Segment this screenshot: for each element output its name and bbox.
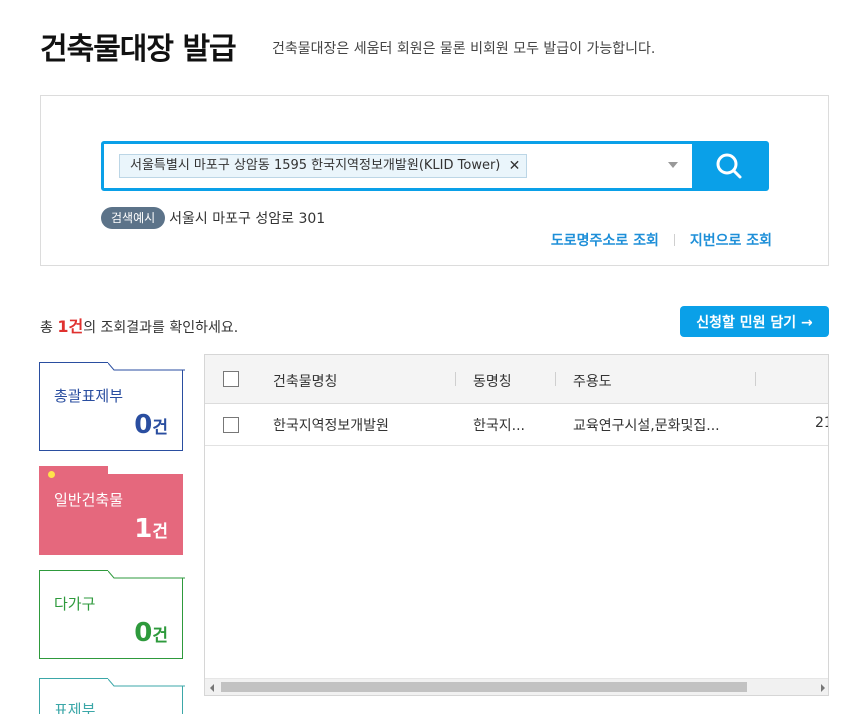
column-divider — [455, 372, 456, 386]
active-dot-icon — [48, 471, 55, 478]
card-tab-notch — [108, 466, 185, 474]
category-card-multi-household[interactable]: 다가구 0건 — [39, 570, 185, 659]
dropdown-arrow-icon[interactable] — [668, 162, 678, 168]
category-label: 총괄표제부 — [54, 387, 124, 405]
example-text: 서울시 마포구 성암로 301 — [169, 211, 326, 227]
category-count: 1건 — [134, 514, 168, 544]
card-tab-notch — [108, 570, 185, 579]
lot-number-lookup-link[interactable]: 지번으로 조회 — [690, 230, 772, 250]
cell-main-use: 교육연구시설,문화및집... — [573, 418, 720, 434]
column-divider — [555, 372, 556, 386]
scroll-left-icon[interactable] — [210, 684, 214, 692]
category-card-summary[interactable]: 총괄표제부 0건 — [39, 362, 185, 451]
cell-building-name: 한국지역정보개발원 — [273, 418, 389, 434]
page-title: 건축물대장 발급 — [40, 32, 237, 67]
search-panel: 서울특별시 마포구 상암동 1595 한국지역정보개발원(KLID Tower)… — [40, 95, 829, 266]
example-badge: 검색예시 — [101, 207, 166, 229]
road-address-lookup-link[interactable]: 도로명주소로 조회 — [551, 230, 659, 250]
search-icon — [716, 153, 742, 179]
row-checkbox[interactable] — [223, 417, 239, 433]
scroll-right-icon[interactable] — [821, 684, 825, 692]
category-card-general-building[interactable]: 일반건축물 1건 — [39, 466, 185, 555]
category-card-title-section[interactable]: 표제부 — [39, 678, 185, 714]
category-label: 일반건축물 — [54, 491, 124, 509]
search-button[interactable] — [692, 144, 766, 188]
result-count: 총 1건의 조회결과를 확인하세요. — [40, 317, 239, 336]
cell-extra: 21 — [815, 415, 828, 431]
lookup-links: 도로명주소로 조회 지번으로 조회 — [551, 230, 772, 250]
selected-address-text: 서울특별시 마포구 상암동 1595 한국지역정보개발원(KLID Tower) — [130, 158, 501, 173]
add-application-button[interactable]: 신청할 민원 담기 → — [680, 306, 829, 337]
card-tab-notch — [108, 678, 185, 687]
selected-address-chip: 서울특별시 마포구 상암동 1595 한국지역정보개발원(KLID Tower)… — [119, 154, 528, 178]
category-count: 0건 — [134, 410, 168, 440]
column-header-main-use[interactable]: 주용도 — [573, 371, 612, 391]
category-count: 0건 — [134, 618, 168, 648]
table-row[interactable]: 한국지역정보개발원 한국지... 교육연구시설,문화및집... 21 — [205, 404, 828, 446]
results-table: 건축물명칭 동명칭 주용도 한국지역정보개발원 한국지... 교육연구시설,문화… — [204, 354, 829, 696]
column-header-dong-name[interactable]: 동명칭 — [473, 371, 512, 391]
result-count-number: 1건 — [57, 317, 84, 336]
address-search-field[interactable]: 서울특별시 마포구 상암동 1595 한국지역정보개발원(KLID Tower)… — [101, 141, 769, 191]
search-example: 검색예시 서울시 마포구 성암로 301 — [101, 207, 325, 229]
scrollbar-thumb[interactable] — [221, 682, 747, 692]
column-divider — [755, 372, 756, 386]
cell-dong-name: 한국지... — [473, 418, 525, 434]
page-subtitle: 건축물대장은 세움터 회원은 물론 비회원 모두 발급이 가능합니다. — [272, 41, 656, 57]
select-all-checkbox[interactable] — [223, 371, 239, 387]
card-tab-notch — [108, 362, 185, 371]
horizontal-scrollbar[interactable] — [205, 678, 828, 695]
category-label: 표제부 — [54, 701, 96, 714]
category-label: 다가구 — [54, 595, 96, 613]
remove-address-icon[interactable]: ✕ — [509, 155, 521, 177]
column-header-building-name[interactable]: 건축물명칭 — [273, 371, 337, 391]
table-header: 건축물명칭 동명칭 주용도 — [205, 355, 828, 404]
link-divider — [673, 234, 675, 246]
